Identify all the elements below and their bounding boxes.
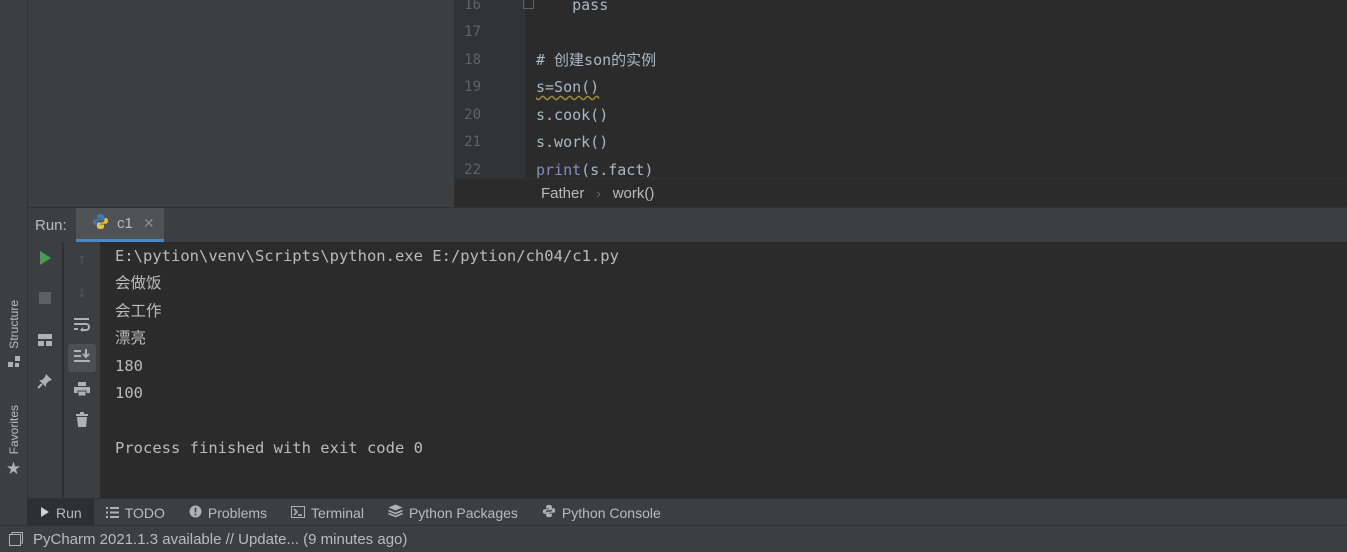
code-line: 20 s.cook() (455, 102, 1347, 129)
packages-icon (388, 504, 403, 521)
code-text: print(s.fact) (536, 157, 653, 178)
soft-wrap-icon (73, 316, 91, 337)
tool-tab-terminal[interactable]: Terminal (279, 499, 376, 526)
star-icon: ★ (5, 459, 22, 479)
breadcrumb-item-father[interactable]: Father (541, 185, 584, 202)
code-text: pass (536, 0, 609, 14)
code-line: 21 s.work() (455, 129, 1347, 156)
scroll-to-end-icon (73, 348, 91, 369)
tool-tab-terminal-label: Terminal (311, 504, 364, 521)
code-editor[interactable]: 16 pass 17 18 # 创建son的实例 19 s=Son() 20 s… (455, 0, 1347, 178)
code-line: 17 (455, 19, 1347, 46)
stop-icon (38, 291, 52, 310)
code-comment: # 创建son的实例 (536, 51, 657, 69)
code-line: 22 print(s.fact) (455, 157, 1347, 178)
console-line: 漂亮 (115, 329, 147, 347)
console-output[interactable]: E:\pytion\venv\Scripts\python.exe E:/pyt… (100, 242, 1347, 498)
run-toolbar-secondary: ↑ ↓ (63, 242, 101, 498)
clear-all-button[interactable] (68, 408, 96, 436)
restore-layout-button[interactable] (31, 328, 59, 356)
line-number: 19 (464, 79, 481, 95)
layout-icon (37, 333, 53, 352)
play-icon (40, 505, 50, 521)
arrow-down-icon: ↓ (78, 284, 86, 301)
structure-tab[interactable]: Structure (0, 300, 27, 374)
run-tab-name: c1 (117, 215, 133, 232)
play-icon (38, 250, 52, 271)
line-number: 22 (464, 162, 481, 178)
run-panel-label: Run: (35, 217, 67, 234)
code-line: 16 pass (455, 0, 1347, 19)
code-text: s.cook() (536, 106, 609, 124)
run-tab-c1[interactable]: c1 ✕ (76, 208, 164, 242)
scroll-up-button[interactable]: ↑ (68, 246, 96, 274)
run-toolbar-primary (28, 242, 62, 498)
tool-tab-run-label: Run (56, 504, 82, 521)
tool-tab-problems[interactable]: Problems (177, 499, 279, 526)
list-icon (105, 505, 119, 521)
line-number: 16 (464, 0, 481, 13)
pin-tab-button[interactable] (31, 369, 59, 397)
status-bar: PyCharm 2021.1.3 available // Update... … (0, 525, 1347, 552)
close-icon[interactable]: ✕ (143, 215, 155, 232)
trash-icon (75, 411, 89, 433)
console-line: 会做饭 (115, 274, 162, 292)
console-line: Process finished with exit code 0 (115, 439, 423, 457)
scroll-down-button[interactable]: ↓ (68, 279, 96, 307)
scroll-to-end-button[interactable] (68, 344, 96, 372)
tool-tab-python-packages[interactable]: Python Packages (376, 499, 530, 526)
printer-icon (73, 381, 91, 402)
tool-window-bar: Run TODO Problems Terminal Python Packag… (28, 498, 1347, 526)
info-icon (189, 505, 202, 521)
tool-tab-python-console[interactable]: Python Console (530, 499, 673, 526)
run-tool-header: Run: c1 ✕ (28, 207, 1347, 243)
status-message[interactable]: PyCharm 2021.1.3 available // Update... … (33, 531, 407, 548)
line-number: 21 (464, 134, 481, 150)
line-number: 20 (464, 107, 481, 123)
structure-tab-label: Structure (6, 300, 21, 349)
breadcrumb-item-work[interactable]: work() (613, 185, 655, 202)
python-icon (542, 504, 556, 521)
tool-tab-python-packages-label: Python Packages (408, 504, 518, 521)
favorites-tab-label: Favorites (6, 405, 21, 455)
console-line: 会工作 (115, 302, 162, 320)
project-panel (28, 0, 455, 207)
console-line: 180 (115, 357, 143, 375)
tool-tab-todo-label: TODO (124, 504, 165, 521)
stop-button[interactable] (31, 286, 59, 314)
console-line: 100 (115, 384, 143, 402)
console-line: E:\pytion\venv\Scripts\python.exe E:/pyt… (115, 247, 619, 265)
line-number: 17 (464, 24, 481, 40)
soft-wrap-button[interactable] (68, 312, 96, 340)
favorites-tab[interactable]: Favorites ★ (0, 405, 27, 477)
rerun-button[interactable] (31, 246, 59, 274)
code-text-rest: (s.fact) (581, 161, 654, 178)
code-text: s.work() (536, 133, 609, 151)
code-line: 18 # 创建son的实例 (455, 47, 1347, 74)
toggle-tool-windows-icon[interactable] (9, 532, 23, 546)
left-tool-strip: Structure Favorites ★ (0, 0, 28, 525)
code-line: 19 s=Son() (455, 74, 1347, 101)
arrow-up-icon: ↑ (78, 251, 86, 268)
tool-tab-run[interactable]: Run (28, 499, 94, 526)
pin-icon (37, 373, 53, 394)
line-number: 18 (464, 52, 481, 68)
code-text: s=Son() (536, 78, 600, 96)
python-icon (92, 213, 109, 235)
terminal-icon (291, 505, 306, 521)
builtin-print: print (536, 161, 582, 178)
tool-tab-todo[interactable]: TODO (94, 499, 177, 526)
tool-tab-python-console-label: Python Console (561, 504, 661, 521)
breadcrumb: Father › work() (455, 178, 1347, 208)
tool-tab-problems-label: Problems (207, 504, 268, 521)
chevron-right-icon: › (596, 186, 601, 201)
structure-icon (7, 355, 21, 374)
print-button[interactable] (68, 377, 96, 405)
